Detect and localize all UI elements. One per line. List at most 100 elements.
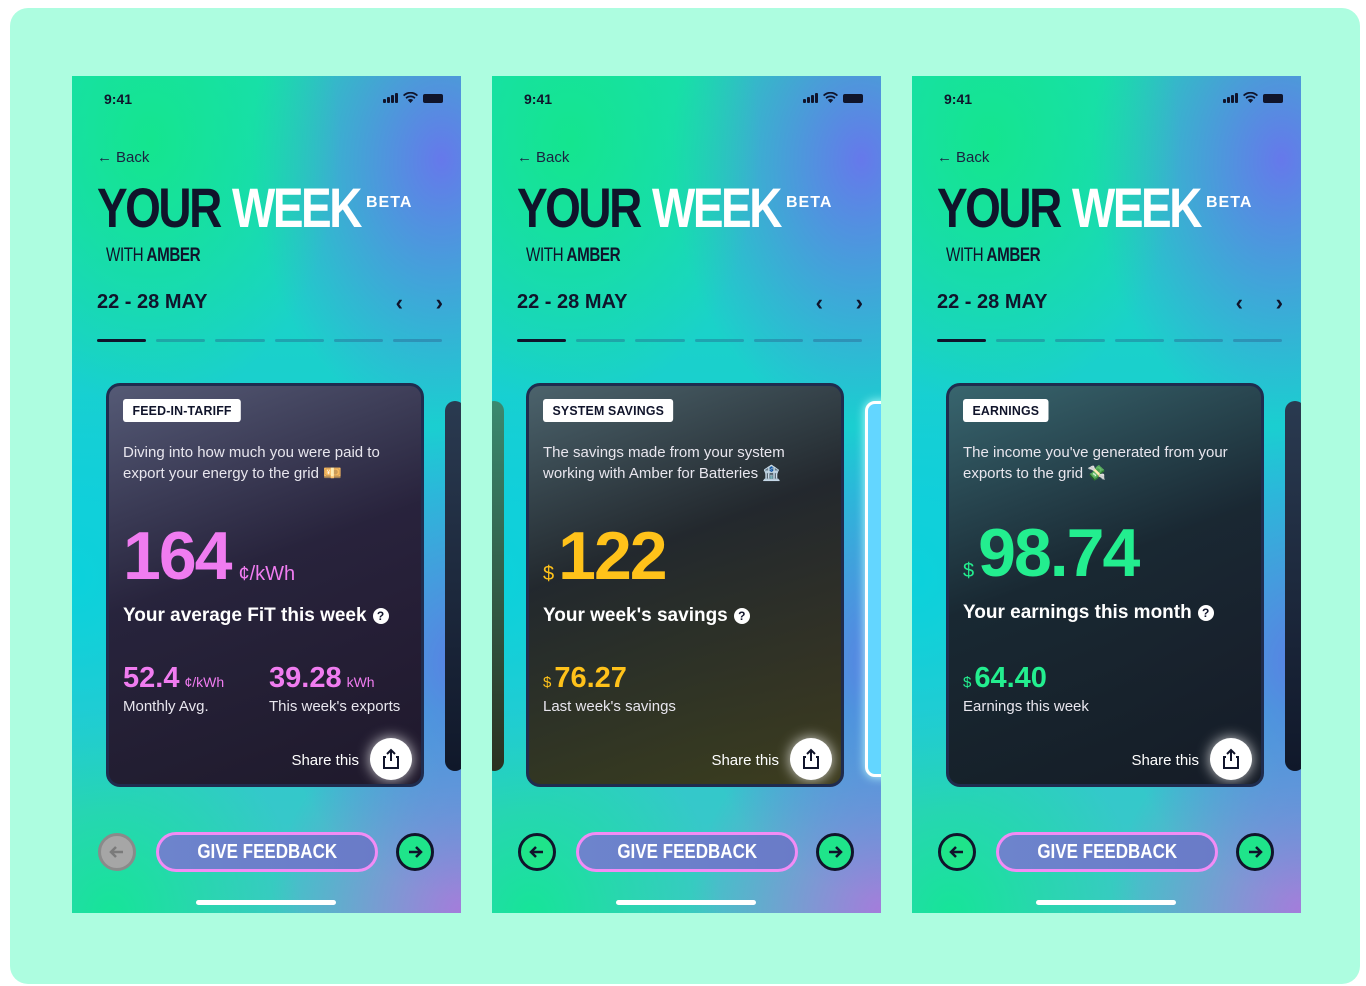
- share-label: Share this: [711, 752, 779, 769]
- progress-segment: [517, 339, 567, 342]
- progress-segment: [1055, 339, 1105, 342]
- progress-segment: [694, 339, 744, 342]
- prev-button[interactable]: [518, 833, 556, 871]
- wifi-icon: [823, 92, 838, 103]
- share-button[interactable]: [370, 738, 412, 780]
- card-headline-text: Your earnings this month: [963, 602, 1192, 623]
- share-button[interactable]: [1210, 738, 1252, 780]
- big-metric: $ 122: [543, 518, 668, 594]
- title-your: YOUR: [937, 176, 1062, 239]
- big-metric-value: 98.74: [978, 515, 1140, 591]
- progress-segment: [215, 339, 265, 342]
- next-card-peek[interactable]: [1285, 401, 1301, 771]
- chevron-left-icon[interactable]: ‹: [816, 290, 823, 316]
- back-label: Back: [116, 149, 150, 166]
- next-button[interactable]: [1236, 833, 1274, 871]
- big-metric-value: 122: [558, 518, 667, 594]
- subtitle-with-amber: WITH AMBER: [526, 245, 621, 267]
- share-icon: [1223, 748, 1239, 769]
- page-title: YOUR WEEK: [97, 180, 362, 236]
- share-label: Share this: [1131, 752, 1199, 769]
- status-icons: [803, 92, 863, 103]
- status-time: 9:41: [524, 91, 553, 107]
- title-week: WEEK: [232, 176, 362, 239]
- arrow-left-icon: ←: [97, 149, 112, 166]
- card-headline-text: Your week's savings: [543, 605, 728, 626]
- status-time: 9:41: [104, 91, 133, 107]
- phone-screen-system-savings: 9:41 ← Back YOUR WEEK BETA WITH AMBER 22…: [492, 76, 881, 913]
- back-label: Back: [536, 149, 570, 166]
- help-icon[interactable]: ?: [733, 608, 750, 624]
- chevron-right-icon[interactable]: ›: [856, 290, 863, 316]
- help-icon[interactable]: ?: [372, 608, 389, 624]
- subtitle-with: WITH: [526, 245, 564, 266]
- arrow-left-icon: [109, 846, 123, 858]
- arrow-left-icon: ←: [937, 149, 952, 166]
- big-metric-currency: $: [543, 563, 555, 585]
- give-feedback-label: GIVE FEEDBACK: [1037, 840, 1177, 863]
- card-tag: FEED-IN-TARIFF: [123, 399, 242, 422]
- chevron-right-icon[interactable]: ›: [1276, 290, 1283, 316]
- card-description: The income you've generated from your ex…: [963, 444, 1228, 482]
- title-week: WEEK: [1072, 176, 1202, 239]
- give-feedback-button[interactable]: GIVE FEEDBACK: [156, 832, 378, 872]
- story-progress: [97, 339, 443, 342]
- subtitle-amber: AMBER: [566, 245, 621, 266]
- stat-unit: ¢/kWh: [184, 674, 225, 690]
- chevron-left-icon[interactable]: ‹: [396, 290, 403, 316]
- share-button[interactable]: [790, 738, 832, 780]
- share-icon: [383, 748, 399, 769]
- page-title: YOUR WEEK: [517, 176, 782, 239]
- progress-segment: [1173, 339, 1223, 342]
- back-button[interactable]: ← Back: [97, 149, 149, 166]
- insight-card: EARNINGS The income you've generated fro…: [946, 383, 1264, 787]
- card-description: Diving into how much you were paid to ex…: [123, 444, 380, 482]
- card-headline: Your week's savings ?: [543, 605, 750, 627]
- big-metric-value: 164: [123, 518, 232, 594]
- back-label: Back: [956, 149, 990, 166]
- card-tag: EARNINGS: [963, 399, 1049, 422]
- title-week: WEEK: [652, 176, 782, 239]
- next-card-peek[interactable]: [865, 401, 881, 777]
- date-range: 22 - 28 MAY: [937, 291, 1048, 313]
- battery-icon: [843, 94, 863, 103]
- prev-button[interactable]: [938, 833, 976, 871]
- stat-last-week-savings: $76.27 Last week's savings: [543, 662, 676, 715]
- share-icon: [803, 748, 819, 769]
- arrow-left-icon: ←: [517, 149, 532, 166]
- next-button[interactable]: [396, 833, 434, 871]
- chevron-right-icon[interactable]: ›: [436, 290, 443, 316]
- big-metric-currency: $: [963, 560, 975, 582]
- progress-segment: [156, 339, 206, 342]
- give-feedback-button[interactable]: GIVE FEEDBACK: [576, 832, 798, 872]
- signal-icon: [1223, 93, 1238, 103]
- card-description: The savings made from your system workin…: [543, 444, 785, 482]
- date-range: 22 - 28 MAY: [97, 291, 208, 313]
- subtitle-with-amber: WITH AMBER: [106, 245, 201, 267]
- arrow-left-icon: [529, 846, 543, 858]
- back-button[interactable]: ← Back: [517, 149, 569, 166]
- next-button[interactable]: [816, 833, 854, 871]
- give-feedback-button[interactable]: GIVE FEEDBACK: [996, 832, 1218, 872]
- help-icon[interactable]: ?: [1197, 605, 1214, 621]
- prev-card-peek[interactable]: [492, 401, 504, 771]
- status-time: 9:41: [944, 91, 973, 107]
- stat-label: This week's exports: [269, 698, 401, 715]
- back-button[interactable]: ← Back: [937, 149, 989, 166]
- stat-label: Last week's savings: [543, 698, 676, 715]
- battery-icon: [423, 94, 443, 103]
- progress-segment: [937, 339, 987, 342]
- progress-segment: [333, 339, 383, 342]
- next-card-peek[interactable]: [445, 401, 461, 771]
- big-metric: 164 ¢/kWh: [123, 522, 295, 590]
- big-metric: $ 98.74: [963, 515, 1140, 591]
- story-progress: [517, 339, 863, 342]
- home-indicator: [1036, 900, 1176, 905]
- chevron-left-icon[interactable]: ‹: [1236, 290, 1243, 316]
- insight-card: SYSTEM SAVINGS The savings made from you…: [526, 383, 844, 787]
- prev-button[interactable]: [98, 833, 136, 871]
- arrow-right-icon: [409, 846, 423, 858]
- progress-segment: [1232, 339, 1283, 342]
- title-your: YOUR: [517, 176, 642, 239]
- progress-segment: [97, 339, 147, 342]
